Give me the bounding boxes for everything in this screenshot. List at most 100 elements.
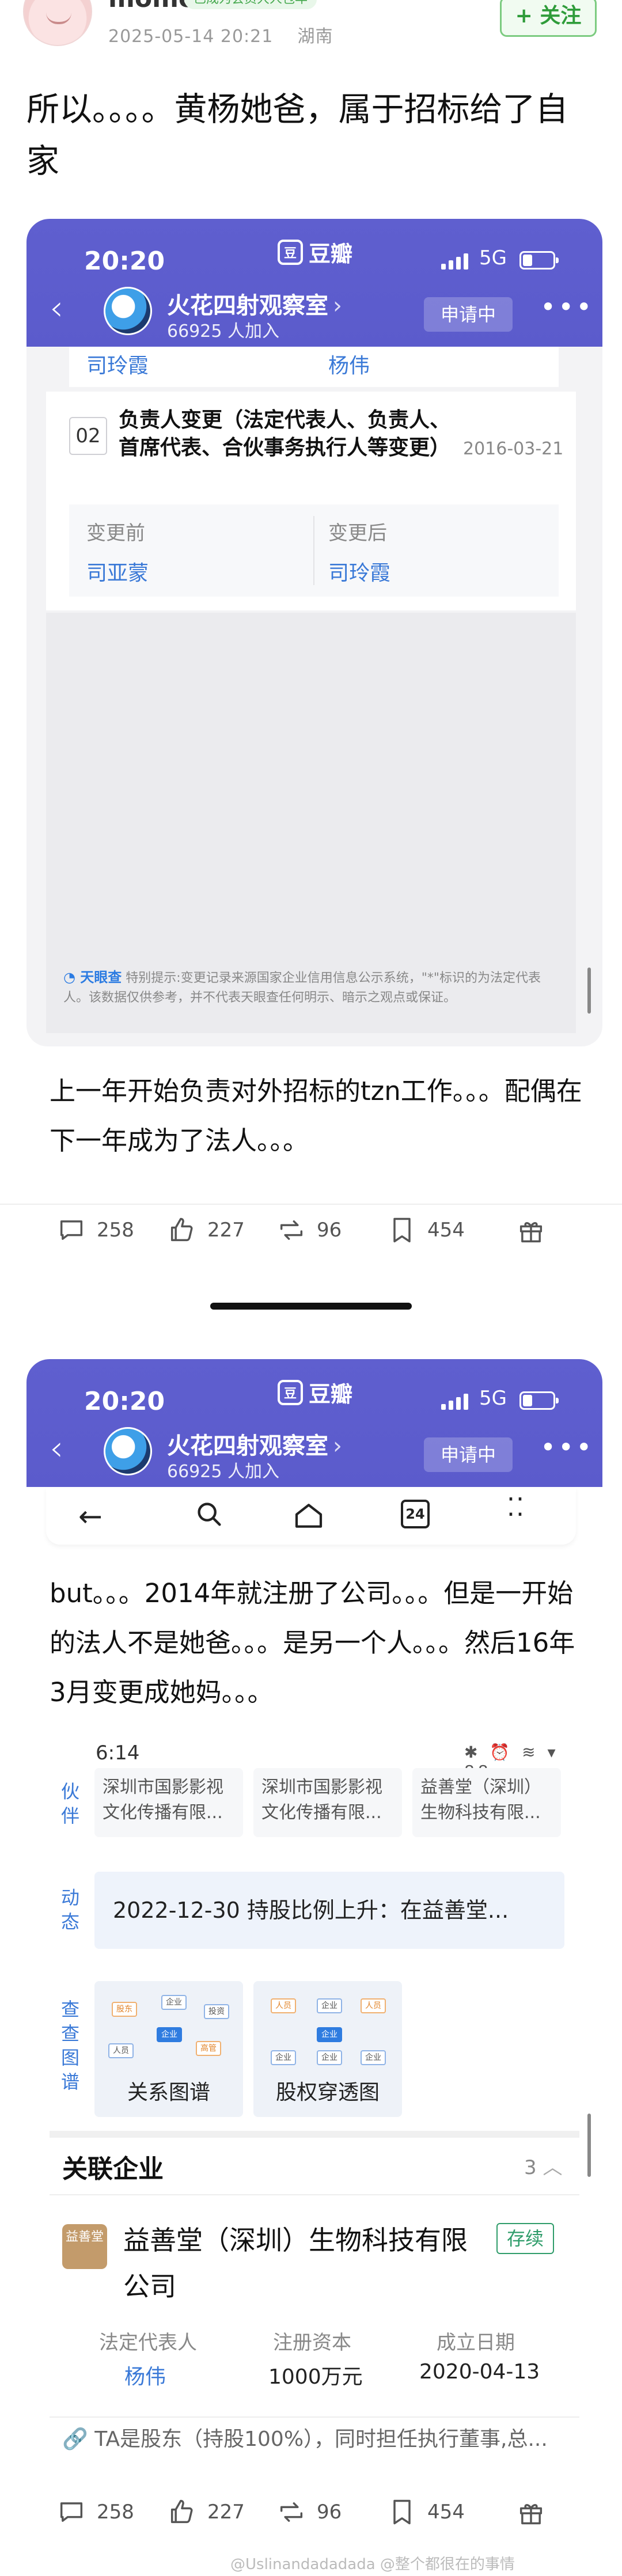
- avatar-face: [46, 13, 71, 24]
- capital-value: 1000万元: [268, 2365, 363, 2389]
- favorite-button[interactable]: 454: [387, 2497, 465, 2527]
- post-location: 湖南: [297, 26, 333, 47]
- more-icon[interactable]: •••: [540, 291, 594, 323]
- thumbs-up-icon: [170, 1217, 193, 1242]
- ta-summary-line: 🔗 TA是股东（持股100%），同时担任执行董事,总...: [62, 2427, 548, 2451]
- divider: [0, 1204, 622, 1205]
- home-indicator: [210, 1303, 412, 1310]
- group-members: 66925 人加入: [167, 321, 279, 342]
- home-icon[interactable]: [293, 1500, 325, 1539]
- battery-icon: [519, 1391, 559, 1410]
- comment-button[interactable]: 258: [56, 2497, 134, 2527]
- related-companies-count[interactable]: 3 ︿: [524, 2152, 562, 2180]
- capital-label: 注册资本: [273, 2331, 351, 2354]
- like-count: 227: [207, 2501, 245, 2524]
- menu-dots-icon[interactable]: ⁚⁚: [507, 1493, 525, 1522]
- post-date: 2025-05-14 20:21: [108, 26, 274, 47]
- bookmark-icon: [393, 1217, 411, 1243]
- scrollbar-2[interactable]: [587, 2114, 591, 2177]
- follow-button[interactable]: + 关注: [500, 0, 597, 37]
- browser-toolbar: ← 24 ⁚⁚: [46, 1487, 576, 1545]
- group-avatar-2[interactable]: [104, 1427, 152, 1475]
- like-button[interactable]: 227: [167, 2497, 245, 2527]
- partner-card-2[interactable]: 深圳市国影影视文化传播有限...: [253, 1768, 402, 1837]
- repost-count: 96: [317, 2501, 342, 2524]
- apply-status-button[interactable]: 申请中: [424, 297, 513, 332]
- group-name[interactable]: 火花四射观察室 ›: [167, 287, 342, 320]
- repost-button[interactable]: 96: [276, 2497, 342, 2527]
- before-label: 变更前: [86, 522, 145, 545]
- related-companies-title: 关联企业: [62, 2154, 164, 2184]
- after-value[interactable]: 司玲霞: [328, 556, 390, 586]
- favorite-button[interactable]: 454: [387, 1215, 465, 1245]
- inner-status-bar: 6:14 ✱ ⏰ ≋ ▾ 88: [50, 1739, 579, 1781]
- before-value[interactable]: 司亚蒙: [86, 556, 149, 586]
- change-date: 2016-03-21: [463, 439, 564, 459]
- search-icon[interactable]: [195, 1500, 225, 1537]
- company-status-badge: 存续: [496, 2223, 554, 2254]
- equity-graph-card[interactable]: 人员 企业 人员 企业 企业 企业 企业 股权穿透图: [253, 1981, 402, 2117]
- user-avatar[interactable]: [23, 0, 92, 46]
- legal-rep-value[interactable]: 杨伟: [124, 2360, 166, 2390]
- watermark: @Uslinandadadada @整个都很在的事情: [230, 2556, 515, 2573]
- douban-logo-icon: 豆: [278, 1379, 303, 1405]
- link-icon: 🔗: [62, 2427, 95, 2451]
- company-key-values: 法定代表人 注册资本 成立日期 杨伟 1000万元 2020-04-13: [74, 2327, 581, 2396]
- back-arrow-icon[interactable]: ‹: [50, 288, 63, 328]
- equity-graph-label: 股权穿透图: [275, 2081, 380, 2104]
- action-bar-1: 258 227 96 454: [0, 1212, 622, 1264]
- tabs-count-icon[interactable]: 24: [401, 1500, 430, 1528]
- back-arrow-icon[interactable]: ←: [78, 1500, 103, 1533]
- apply-status-button-2[interactable]: 申请中: [424, 1437, 513, 1472]
- prev-change-row: 司玲霞 杨伟: [69, 347, 559, 387]
- network-type: 5G: [479, 246, 507, 270]
- scrollbar[interactable]: [587, 968, 591, 1014]
- partner-card-3[interactable]: 益善堂（深圳）生物科技有限...: [412, 1768, 561, 1837]
- gift-button[interactable]: [516, 2497, 546, 2527]
- username[interactable]: momo: [108, 0, 196, 13]
- prev-after-value: 杨伟: [328, 354, 370, 378]
- relationship-graph-card[interactable]: 股东 企业 投资 企业 人员 高管 关系图谱: [94, 1981, 243, 2117]
- partner-tag: 伙伴: [60, 1781, 79, 1827]
- comment-icon: [60, 2502, 83, 2522]
- back-arrow-icon[interactable]: ‹: [50, 1428, 63, 1469]
- post-text-3: but。。。2014年就注册了公司。。。但是一开始的法人不是她爸。。。是另一个人…: [50, 1578, 575, 1708]
- tianyancha-note: ◔ 天眼查 特别提示:变更记录来源国家企业信用信息公示系统，"*"标识的为法定代…: [63, 969, 541, 1005]
- thumbs-up-icon: [170, 2499, 193, 2524]
- network-type-2: 5G: [479, 1387, 507, 1410]
- company-logo: 益善堂: [62, 2224, 107, 2269]
- repost-icon: [280, 1220, 303, 1240]
- group-avatar[interactable]: [104, 287, 152, 335]
- comment-count: 258: [97, 1219, 134, 1242]
- gift-icon: [519, 2504, 543, 2525]
- established-label: 成立日期: [437, 2331, 515, 2354]
- vip-badge: 已成为会员大人包年: [184, 0, 317, 9]
- douban-logo-2: 豆 豆瓣: [278, 1376, 352, 1408]
- action-bar-2: 258 227 96 454: [0, 2494, 622, 2545]
- group-name-2[interactable]: 火花四射观察室 ›: [167, 1427, 342, 1460]
- repost-button[interactable]: 96: [276, 1215, 342, 1245]
- gift-icon: [519, 1222, 543, 1243]
- like-button[interactable]: 227: [167, 1215, 245, 1245]
- douban-header-2: 20:20 豆 豆瓣 5G ‹ 火花四射观察室 › 66925 人加入 申请中 •…: [26, 1359, 602, 1487]
- prev-before-value: 司玲霞: [86, 354, 149, 378]
- dynamic-item[interactable]: 2022-12-30 持股比例上升：在益善堂...: [94, 1872, 564, 1949]
- douban-header-1: 20:20 豆 豆瓣 5G ‹ 火花四射观察室 › 66925 人加入 申请中 •…: [26, 219, 602, 347]
- like-count: 227: [207, 1219, 245, 1242]
- partner-card-1[interactable]: 深圳市国影影视文化传播有限...: [94, 1768, 243, 1837]
- comment-icon: [60, 1220, 83, 1240]
- more-icon[interactable]: •••: [540, 1432, 594, 1463]
- post-text-2: 上一年开始负责对外招标的tzn工作。。。配偶在下一年成为了法人。。。: [50, 1076, 582, 1156]
- status-time: 20:20: [84, 246, 165, 276]
- change-detail-table: 变更前 变更后 司亚蒙 司玲霞: [69, 504, 559, 597]
- signal-icon: [441, 253, 468, 270]
- comment-button[interactable]: 258: [56, 1215, 134, 1245]
- post-meta: 2025-05-14 20:21 湖南: [108, 22, 333, 47]
- status-time-2: 20:20: [84, 1387, 165, 1416]
- gift-button[interactable]: [516, 1215, 546, 1245]
- legal-rep-label: 法定代表人: [99, 2331, 197, 2354]
- repost-icon: [280, 2502, 303, 2522]
- company-name[interactable]: 益善堂（深圳）生物科技有限公司: [123, 2217, 492, 2309]
- bookmark-icon: [393, 2499, 411, 2525]
- favorite-count: 454: [427, 2501, 465, 2524]
